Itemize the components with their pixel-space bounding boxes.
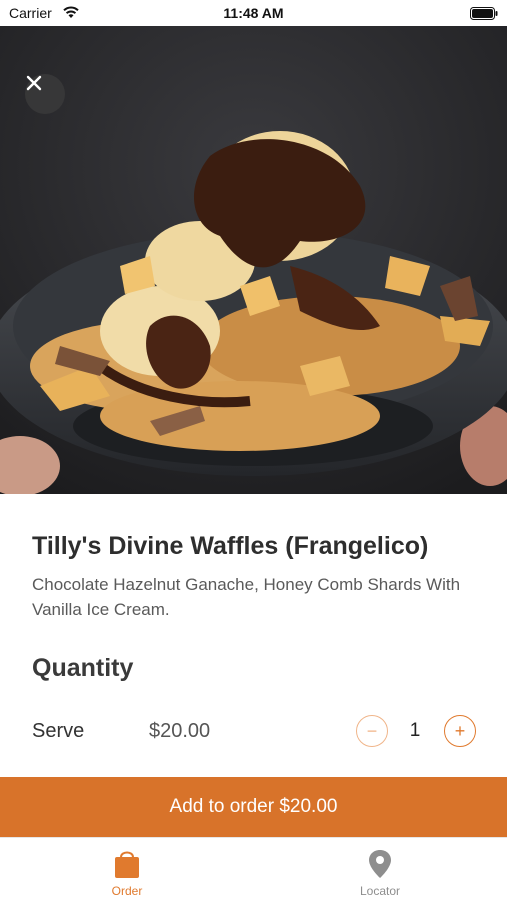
battery-icon [470, 7, 498, 20]
waffle-dessert-illustration [0, 26, 507, 494]
increase-quantity-button[interactable]: + [444, 715, 476, 747]
status-bar: Carrier 11:48 AM [0, 0, 507, 26]
tab-locator[interactable]: Locator [320, 838, 440, 900]
tab-order[interactable]: Order [67, 838, 187, 900]
minus-icon: − [366, 720, 378, 741]
plus-icon: + [454, 720, 466, 741]
shopping-bag-icon [115, 851, 139, 878]
item-description: Chocolate Hazelnut Ganache, Honey Comb S… [32, 575, 461, 619]
close-button[interactable] [25, 74, 65, 114]
quantity-heading: Quantity [32, 654, 134, 682]
item-title: Tilly's Divine Waffles (Frangelico) [32, 532, 429, 560]
add-to-order-button[interactable]: Add to order $20.00 [0, 777, 507, 837]
item-details: Tilly's Divine Waffles (Frangelico) Choc… [0, 494, 507, 777]
serve-label: Serve [32, 720, 85, 742]
quantity-value: 1 [409, 720, 421, 741]
tab-bar: Order Locator [0, 837, 507, 900]
location-pin-icon [369, 850, 391, 878]
clock: 11:48 AM [223, 5, 284, 21]
serve-price: $20.00 [149, 720, 211, 742]
add-to-order-label: Add to order $20.00 [169, 796, 338, 817]
decrease-quantity-button[interactable]: − [356, 715, 388, 747]
tab-order-label: Order [111, 884, 143, 898]
product-image [0, 26, 507, 494]
tab-locator-label: Locator [359, 884, 401, 898]
close-icon [26, 75, 42, 91]
